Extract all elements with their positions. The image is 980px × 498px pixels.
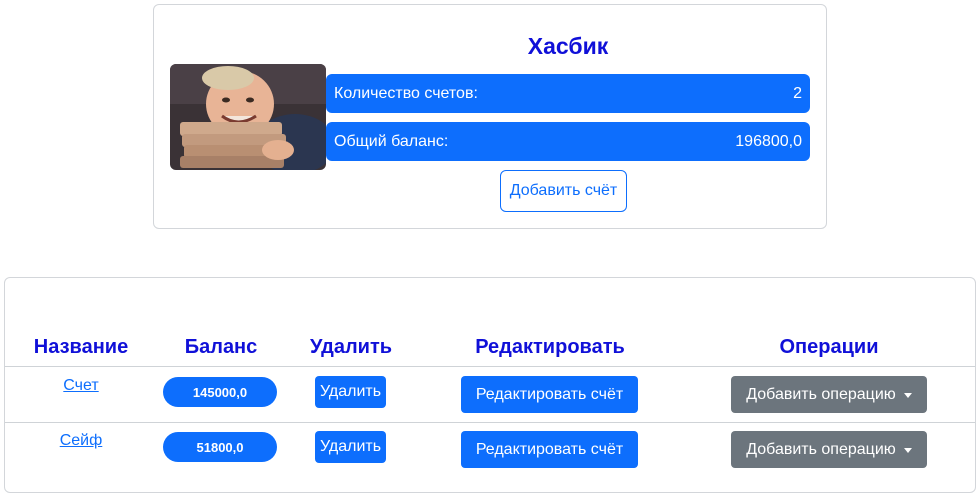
delete-account-button[interactable]: Удалить: [315, 431, 386, 463]
edit-account-button[interactable]: Редактировать счёт: [461, 431, 638, 468]
accounts-count-value: 2: [793, 84, 802, 102]
accounts-count-label: Количество счетов:: [334, 84, 478, 102]
profile-card: Хасбик Количество счетов: 2 Общий баланс…: [153, 4, 827, 229]
account-name-link[interactable]: Сейф: [41, 432, 121, 450]
header-balance: Баланс: [184, 336, 258, 358]
total-balance-bar: Общий баланс: 196800,0: [326, 122, 810, 161]
header-edit: Редактировать: [475, 336, 625, 358]
avatar-photo: [170, 64, 326, 170]
delete-account-button[interactable]: Удалить: [315, 376, 386, 408]
add-operation-label: Добавить операцию: [746, 440, 896, 458]
header-delete: Удалить: [309, 336, 393, 358]
header-operations: Операции: [779, 336, 879, 358]
total-balance-label: Общий баланс:: [334, 132, 449, 150]
table-row: Сейф 51800,0 Удалить Редактировать счёт …: [5, 422, 975, 477]
add-operation-dropdown[interactable]: Добавить операцию: [731, 376, 927, 413]
total-balance-value: 196800,0: [735, 132, 802, 150]
table-row: Счет 145000,0 Удалить Редактировать счёт…: [5, 367, 975, 422]
account-name-link[interactable]: Счет: [41, 377, 121, 395]
profile-name: Хасбик: [527, 33, 609, 59]
accounts-table: Название Баланс Удалить Редактировать Оп…: [4, 277, 976, 493]
avatar: [170, 64, 326, 170]
caret-down-icon: [903, 393, 912, 398]
edit-account-button[interactable]: Редактировать счёт: [461, 376, 638, 413]
add-operation-label: Добавить операцию: [746, 385, 896, 403]
add-operation-dropdown[interactable]: Добавить операцию: [731, 431, 927, 468]
add-account-button[interactable]: Добавить счёт: [500, 170, 627, 212]
balance-badge: 51800,0: [163, 432, 277, 462]
accounts-count-bar: Количество счетов: 2: [326, 74, 810, 113]
caret-down-icon: [903, 448, 912, 453]
header-name: Название: [33, 336, 129, 358]
balance-badge: 145000,0: [163, 377, 277, 407]
